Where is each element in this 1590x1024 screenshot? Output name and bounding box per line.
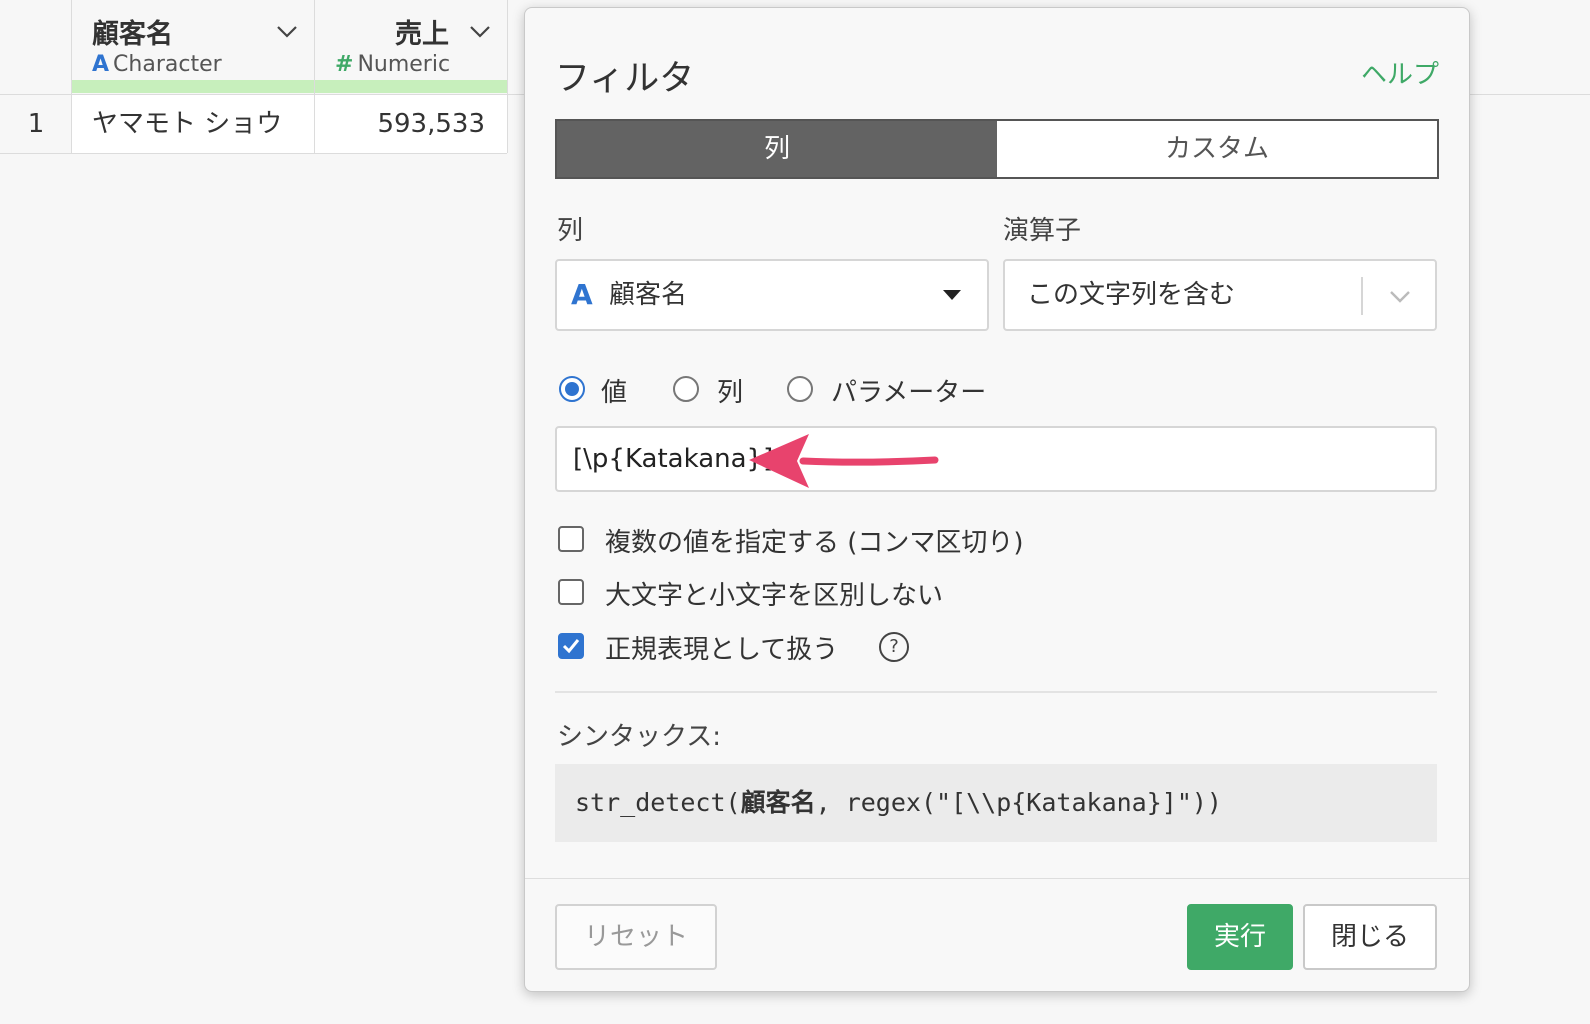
chevron-down-icon[interactable]: [467, 18, 493, 44]
reset-button[interactable]: リセット: [555, 904, 717, 970]
radio-parameter[interactable]: [787, 376, 813, 402]
radio-value-label: 値: [601, 378, 628, 408]
filter-mode-tabs: 列 カスタム: [555, 119, 1439, 179]
operator-label: 演算子: [1003, 216, 1082, 246]
divider: [555, 691, 1437, 693]
divider: [0, 153, 507, 154]
column-type: A Character: [92, 52, 222, 77]
character-type-icon: A: [571, 278, 593, 311]
table-cell-sales[interactable]: 593,533: [315, 95, 507, 153]
column-select-value: 顧客名: [609, 280, 688, 310]
regex-checkbox[interactable]: [558, 633, 584, 659]
dialog-title: フィルタ: [555, 59, 695, 99]
chevron-down-icon[interactable]: [274, 18, 300, 44]
syntax-label: シンタックス:: [557, 722, 721, 752]
table-cell-customer[interactable]: ヤマモト ショウ: [72, 95, 314, 153]
ignore-case-label: 大文字と小文字を区別しない: [605, 581, 944, 611]
filter-dialog: フィルタ ヘルプ 列 カスタム 列 演算子 A 顧客名 この文字列を含む 値 列…: [524, 7, 1470, 992]
row-index: 1: [0, 95, 72, 153]
column-name: 顧客名: [92, 19, 173, 50]
checkmark-icon: [562, 639, 580, 654]
numeric-type-icon: #: [335, 52, 354, 77]
column-quality-bar: [72, 80, 314, 93]
tab-custom[interactable]: カスタム: [997, 121, 1437, 177]
ignore-case-checkbox[interactable]: [558, 579, 584, 605]
column-name: 売上: [395, 19, 449, 50]
multiple-values-label: 複数の値を指定する (コンマ区切り): [605, 528, 1024, 558]
syntax-suffix: , regex("[\\p{Katakana}]")): [815, 788, 1222, 817]
radio-column-label: 列: [717, 378, 744, 408]
column-quality-bar: [315, 80, 507, 93]
column-select[interactable]: A 顧客名: [555, 259, 989, 331]
column-label: 列: [557, 216, 584, 246]
regex-label: 正規表現として扱う: [605, 635, 839, 665]
close-button[interactable]: 閉じる: [1303, 904, 1437, 970]
help-link[interactable]: ヘルプ: [1361, 54, 1439, 91]
operator-select[interactable]: この文字列を含む: [1003, 259, 1437, 331]
syntax-preview: str_detect(顧客名, regex("[\\p{Katakana}]")…: [555, 764, 1437, 842]
divider: [314, 0, 315, 153]
syntax-prefix: str_detect(: [575, 788, 741, 817]
column-type-label: Numeric: [357, 52, 451, 77]
caret-down-icon: [943, 290, 961, 300]
divider: [1361, 277, 1363, 315]
filter-value-input[interactable]: [\p{Katakana}]: [555, 426, 1437, 492]
tab-column[interactable]: 列: [557, 121, 997, 177]
column-type-label: Character: [113, 52, 222, 77]
divider: [71, 0, 72, 153]
column-type: # Numeric: [335, 52, 450, 77]
syntax-column: 顧客名: [740, 788, 816, 817]
annotation-arrow-icon: [749, 434, 939, 488]
divider: [525, 878, 1469, 879]
question-circle-icon[interactable]: ?: [879, 632, 909, 662]
character-type-icon: A: [92, 52, 110, 77]
run-button[interactable]: 実行: [1187, 904, 1293, 970]
radio-value[interactable]: [559, 376, 585, 402]
operator-select-value: この文字列を含む: [1027, 280, 1236, 310]
radio-column[interactable]: [673, 376, 699, 402]
multiple-values-checkbox[interactable]: [558, 526, 584, 552]
divider: [507, 0, 508, 153]
chevron-down-icon[interactable]: [1387, 285, 1413, 307]
radio-parameter-label: パラメーター: [831, 378, 987, 408]
